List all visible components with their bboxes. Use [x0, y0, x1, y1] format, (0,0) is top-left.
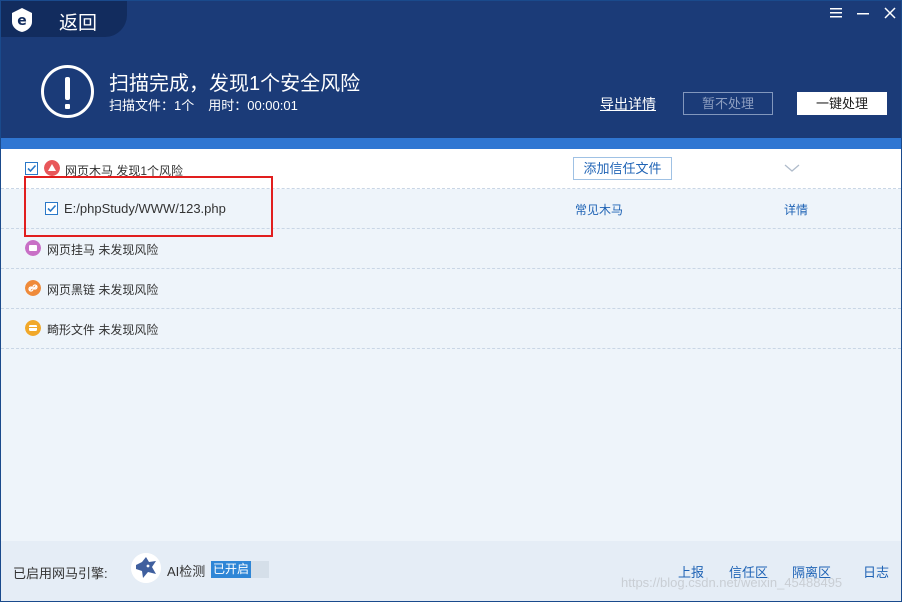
- export-details-link[interactable]: 导出详情: [600, 94, 656, 114]
- ai-detection-label: AI检测: [167, 564, 206, 579]
- scan-stats: 扫描文件：1个 用时：00:00:01: [109, 95, 298, 114]
- malformed-file-icon: [25, 320, 41, 336]
- black-link-icon: [25, 280, 41, 296]
- status-footer: 已启用网马引擎: AI检测 已开启 上报 信任区 隔离区 日志 https://…: [1, 541, 901, 601]
- chevron-down-icon[interactable]: [784, 162, 800, 174]
- category-label: 网页挂马 未发现风险: [47, 243, 159, 257]
- add-trust-file-button[interactable]: 添加信任文件: [573, 157, 672, 180]
- fix-all-button[interactable]: 一键处理: [797, 92, 887, 115]
- header-accent-bar: [1, 138, 901, 149]
- risk-category-row[interactable]: 网页黑链 未发现风险: [1, 269, 901, 309]
- ai-status-label: 已开启: [211, 561, 252, 578]
- webshell-icon: [44, 160, 60, 176]
- category-label: 畸形文件 未发现风险: [47, 323, 159, 337]
- scan-result-title: 扫描完成，发现1个安全风险: [109, 73, 361, 95]
- scanned-files-count: 扫描文件：1个: [109, 98, 195, 113]
- trojan-hang-icon: [25, 240, 41, 256]
- risk-category-row-webshell[interactable]: 网页木马 发现1个风险 添加信任文件: [1, 149, 901, 189]
- category-label: 网页黑链 未发现风险: [47, 283, 159, 297]
- file-path: E:/phpStudy/WWW/123.php: [64, 201, 226, 216]
- result-header: e 返回 扫描完成，发现1个安全风险 扫描文件：1个 用时：00:00:01 导出…: [1, 1, 901, 138]
- risk-file-row[interactable]: E:/phpStudy/WWW/123.php 常见木马 详情: [1, 189, 901, 229]
- watermark: https://blog.csdn.net/weixin_45488495: [621, 575, 843, 590]
- risk-type-link[interactable]: 常见木马: [575, 201, 623, 218]
- menu-icon[interactable]: [829, 6, 843, 20]
- risk-category-row[interactable]: 畸形文件 未发现风险: [1, 309, 901, 349]
- risk-category-row[interactable]: 网页挂马 未发现风险: [1, 229, 901, 269]
- log-link[interactable]: 日志: [863, 562, 889, 581]
- ai-engine-logo-icon: [131, 553, 161, 583]
- category-label: 网页木马 发现1个风险: [65, 164, 184, 178]
- minimize-icon[interactable]: [856, 6, 870, 20]
- ai-detection-toggle[interactable]: 已开启: [211, 561, 269, 578]
- app-logo-icon: e: [12, 8, 32, 32]
- back-button[interactable]: 返回: [59, 8, 97, 35]
- back-tab[interactable]: e 返回: [1, 1, 127, 37]
- engine-label: 已启用网马引擎:: [13, 566, 108, 581]
- warning-icon: [41, 65, 94, 118]
- elapsed-time: 用时：00:00:01: [208, 98, 298, 113]
- detail-link[interactable]: 详情: [784, 201, 808, 218]
- svg-text:e: e: [17, 13, 27, 29]
- close-icon[interactable]: [883, 6, 897, 20]
- ignore-button[interactable]: 暂不处理: [683, 92, 773, 115]
- category-checkbox[interactable]: [25, 162, 38, 175]
- app-window: e 返回 扫描完成，发现1个安全风险 扫描文件：1个 用时：00:00:01 导出…: [0, 0, 902, 602]
- file-checkbox[interactable]: [45, 202, 58, 215]
